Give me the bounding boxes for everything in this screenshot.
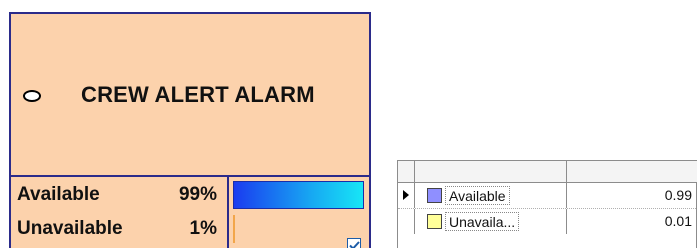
probability-bar-track-available bbox=[233, 181, 365, 209]
checkmark-icon bbox=[349, 241, 360, 248]
current-row-arrow-icon bbox=[403, 190, 409, 200]
state-percent-available: 99% bbox=[178, 184, 217, 205]
node-state-indicator-icon bbox=[23, 90, 41, 102]
state-percent-unavailable: 1% bbox=[189, 218, 217, 239]
node-header[interactable]: CREW ALERT ALARM bbox=[11, 14, 369, 177]
probability-bar-unavailable bbox=[233, 215, 235, 243]
grid-header-value[interactable] bbox=[567, 161, 697, 182]
state-values-grid[interactable]: Available 0.99 Unavaila... 0.01 bbox=[397, 160, 697, 248]
grid-row[interactable]: Available 0.99 bbox=[398, 183, 697, 208]
grid-header-name[interactable] bbox=[415, 161, 567, 182]
state-label-available: Available bbox=[17, 184, 100, 205]
row-selector[interactable] bbox=[398, 183, 415, 208]
node-title: CREW ALERT ALARM bbox=[81, 82, 315, 107]
network-node-crew-alert-alarm[interactable]: CREW ALERT ALARM Available 99% Unavailab… bbox=[9, 12, 371, 248]
row-selector[interactable] bbox=[398, 209, 415, 234]
grid-value-cell[interactable]: 0.01 bbox=[567, 209, 697, 234]
grid-name-cell[interactable]: Unavaila... bbox=[415, 209, 567, 234]
probability-bar-available bbox=[233, 181, 364, 209]
grid-row[interactable]: Unavaila... 0.01 bbox=[398, 208, 697, 234]
probability-bar-track-unavailable bbox=[233, 215, 365, 243]
color-swatch-icon bbox=[427, 188, 442, 203]
grid-name-cell[interactable]: Available bbox=[415, 183, 567, 208]
grid-header-selector bbox=[398, 161, 415, 182]
grid-header bbox=[398, 161, 697, 183]
color-swatch-icon bbox=[427, 214, 442, 229]
grid-value-cell[interactable]: 0.99 bbox=[567, 183, 697, 208]
grid-state-name: Unavaila... bbox=[445, 212, 520, 231]
node-checkbox[interactable] bbox=[347, 238, 361, 248]
bar-column-divider bbox=[227, 177, 229, 248]
grid-state-name: Available bbox=[445, 186, 510, 205]
state-label-unavailable: Unavailable bbox=[17, 218, 123, 239]
